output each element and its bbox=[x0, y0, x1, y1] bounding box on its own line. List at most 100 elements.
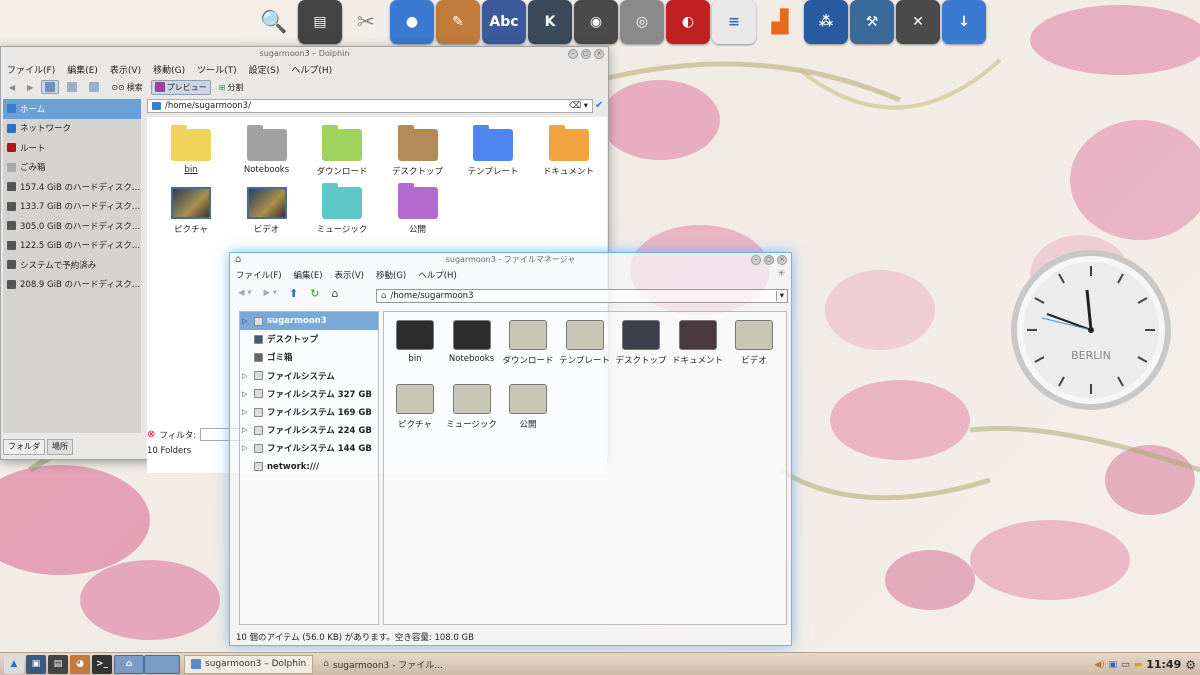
maximize-button[interactable]: ▢ bbox=[581, 49, 591, 59]
tree-item[interactable]: ▷ ファイルシステム 144 GB bbox=[240, 439, 378, 457]
back-button[interactable]: ◀ ▾ bbox=[234, 286, 256, 300]
menu-item[interactable]: 移動(G) bbox=[376, 269, 406, 281]
icons-view-button[interactable] bbox=[41, 80, 60, 94]
confirm-location-icon[interactable]: ✔ bbox=[595, 100, 603, 111]
settings-icon[interactable]: ✕ bbox=[896, 0, 940, 44]
details-view-button[interactable] bbox=[85, 80, 103, 94]
window-titlebar[interactable]: ⌂ sugarmoon3 - ファイルマネージャ – ▢ × bbox=[230, 253, 791, 267]
compact-view-button[interactable] bbox=[63, 80, 81, 94]
redshift-icon[interactable]: ◐ bbox=[666, 0, 710, 44]
forward-button[interactable]: ▶ ▾ bbox=[260, 286, 282, 300]
menu-item[interactable]: ファイル(F) bbox=[7, 63, 55, 76]
panel-tab[interactable]: フォルダ bbox=[3, 439, 45, 455]
clock-widget[interactable]: BERLIN bbox=[1006, 248, 1176, 412]
places-item[interactable]: システムで予約済み bbox=[3, 255, 141, 275]
task-dolphin[interactable]: sugarmoon3 – Dolphin bbox=[184, 654, 314, 674]
preview-button[interactable]: プレビュー bbox=[150, 79, 211, 95]
menu-item[interactable]: ヘルプ(H) bbox=[418, 269, 457, 281]
folder-item[interactable]: Notebooks bbox=[231, 125, 303, 175]
desktop-launcher-icon[interactable]: ▣ bbox=[26, 654, 46, 674]
folder-item[interactable]: 公開 bbox=[497, 384, 559, 430]
tree-item[interactable]: ▷ ファイルシステム 224 GB bbox=[240, 421, 378, 439]
tree-item[interactable]: ゴミ箱 bbox=[240, 348, 378, 366]
search-button[interactable]: ⊙⊙ 検索 bbox=[107, 80, 146, 95]
expand-arrow-icon[interactable]: ▷ bbox=[242, 426, 250, 434]
menu-item[interactable]: ファイル(F) bbox=[236, 269, 282, 281]
close-button[interactable]: × bbox=[594, 49, 604, 59]
network-icon[interactable]: ⁂ bbox=[804, 0, 848, 44]
notification-icon[interactable]: ▬ bbox=[1134, 660, 1143, 670]
search-icon[interactable]: 🔍 bbox=[252, 0, 296, 44]
document-icon[interactable]: ≡ bbox=[712, 0, 756, 44]
battery-icon[interactable]: ▭ bbox=[1121, 660, 1130, 670]
menu-item[interactable]: ヘルプ(H) bbox=[291, 63, 332, 76]
download-icon[interactable]: ↓ bbox=[942, 0, 986, 44]
panel-settings-icon[interactable]: ⚙ bbox=[1185, 658, 1196, 672]
firefox-launcher-icon[interactable]: ◕ bbox=[70, 654, 90, 674]
tree-item[interactable]: network:/// bbox=[240, 458, 378, 476]
expand-arrow-icon[interactable]: ▷ bbox=[242, 444, 250, 452]
places-item[interactable]: 305.0 GiB のハードディスク... bbox=[3, 216, 141, 236]
folder-item[interactable]: ビデオ bbox=[723, 320, 785, 366]
tree-item[interactable]: ▷ sugarmoon3 bbox=[240, 312, 378, 331]
network-tray-icon[interactable]: ▣ bbox=[1109, 660, 1118, 670]
panel-tab[interactable]: 場所 bbox=[47, 439, 73, 455]
minimize-button[interactable]: – bbox=[751, 255, 761, 265]
thunar-window[interactable]: ⌂ sugarmoon3 - ファイルマネージャ – ▢ × ファイル(F) 編集… bbox=[229, 252, 792, 646]
tree-item[interactable]: ▷ ファイルシステム 169 GB bbox=[240, 403, 378, 421]
folder-item[interactable]: ドキュメント bbox=[667, 320, 729, 366]
expand-arrow-icon[interactable]: ▷ bbox=[242, 372, 250, 380]
menu-item[interactable]: 設定(S) bbox=[249, 63, 280, 76]
location-dropdown-icon[interactable]: ▾ bbox=[775, 291, 787, 301]
places-item[interactable]: 208.9 GiB のハードディスク... bbox=[3, 275, 141, 295]
folder-item[interactable]: bin bbox=[384, 320, 446, 364]
folder-item[interactable]: Notebooks bbox=[441, 320, 503, 364]
folder-item[interactable]: デスクトップ bbox=[382, 125, 454, 177]
shopping-bag-icon[interactable]: ▟ bbox=[758, 0, 802, 44]
folder-item[interactable]: ピクチャ bbox=[384, 384, 446, 430]
file-cabinet-launcher-icon[interactable]: ▤ bbox=[48, 654, 68, 674]
folder-item[interactable]: ミュージック bbox=[306, 183, 378, 235]
maximize-button[interactable]: ▢ bbox=[764, 255, 774, 265]
places-item[interactable]: ルート bbox=[3, 138, 141, 158]
places-item[interactable]: 122.5 GiB のハードディスク... bbox=[3, 236, 141, 256]
app-launcher-button[interactable]: ▲ bbox=[4, 654, 24, 674]
folder-item[interactable]: ダウンロード bbox=[306, 125, 378, 177]
cutter-icon[interactable]: ✂ bbox=[344, 0, 388, 44]
folder-item[interactable]: ミュージック bbox=[441, 384, 503, 430]
window-titlebar[interactable]: sugarmoon3 – Dolphin – ▢ × bbox=[1, 47, 608, 61]
tools-icon[interactable]: ⚒ bbox=[850, 0, 894, 44]
abc-editor-icon[interactable]: Abc bbox=[482, 0, 526, 44]
expand-arrow-icon[interactable]: ▷ bbox=[242, 390, 250, 398]
file-cabinet-icon[interactable]: ▤ bbox=[298, 0, 342, 44]
volume-icon[interactable]: ◀) bbox=[1094, 660, 1104, 670]
task-filemanager[interactable]: ⌂ sugarmoon3 - ファイル... bbox=[317, 655, 449, 674]
chrome-icon[interactable]: ● bbox=[390, 0, 434, 44]
menu-item[interactable]: 編集(E) bbox=[294, 269, 323, 281]
minimize-button[interactable]: – bbox=[568, 49, 578, 59]
clear-location-icon[interactable]: ⌫ ▾ bbox=[569, 101, 592, 111]
pager-desktop-1[interactable]: ⌂ bbox=[114, 654, 144, 674]
back-button[interactable]: ◀ bbox=[5, 81, 19, 94]
forward-button[interactable]: ▶ bbox=[23, 81, 37, 94]
location-bar[interactable]: ⌂ /home/sugarmoon3 ▾ bbox=[376, 289, 788, 303]
home-button[interactable]: ⌂ bbox=[327, 285, 342, 302]
expand-arrow-icon[interactable]: ▷ bbox=[242, 317, 250, 325]
up-button[interactable]: ⬆ bbox=[285, 285, 302, 302]
folder-item[interactable]: ダウンロード bbox=[497, 320, 559, 366]
gwenview-icon[interactable]: ◉ bbox=[574, 0, 618, 44]
places-item[interactable]: ごみ箱 bbox=[3, 158, 141, 178]
tree-item[interactable]: ▷ ファイルシステム 327 GB bbox=[240, 385, 378, 403]
folder-item[interactable]: bin bbox=[155, 125, 227, 175]
taskbar-clock[interactable]: 11:49 bbox=[1146, 658, 1181, 671]
split-button[interactable]: ⊞ 分割 bbox=[215, 80, 248, 95]
menu-item[interactable]: 表示(V) bbox=[110, 63, 141, 76]
folder-item[interactable]: ビデオ bbox=[231, 187, 303, 235]
tree-item[interactable]: デスクトップ bbox=[240, 330, 378, 348]
folder-item[interactable]: 公開 bbox=[382, 183, 454, 235]
pager-desktop-2[interactable] bbox=[144, 654, 180, 674]
terminal-launcher-icon[interactable]: >_ bbox=[92, 654, 112, 674]
reload-button[interactable]: ↻ bbox=[306, 285, 323, 302]
menu-item[interactable]: 移動(G) bbox=[153, 63, 185, 76]
folder-item[interactable]: ドキュメント bbox=[533, 125, 605, 177]
